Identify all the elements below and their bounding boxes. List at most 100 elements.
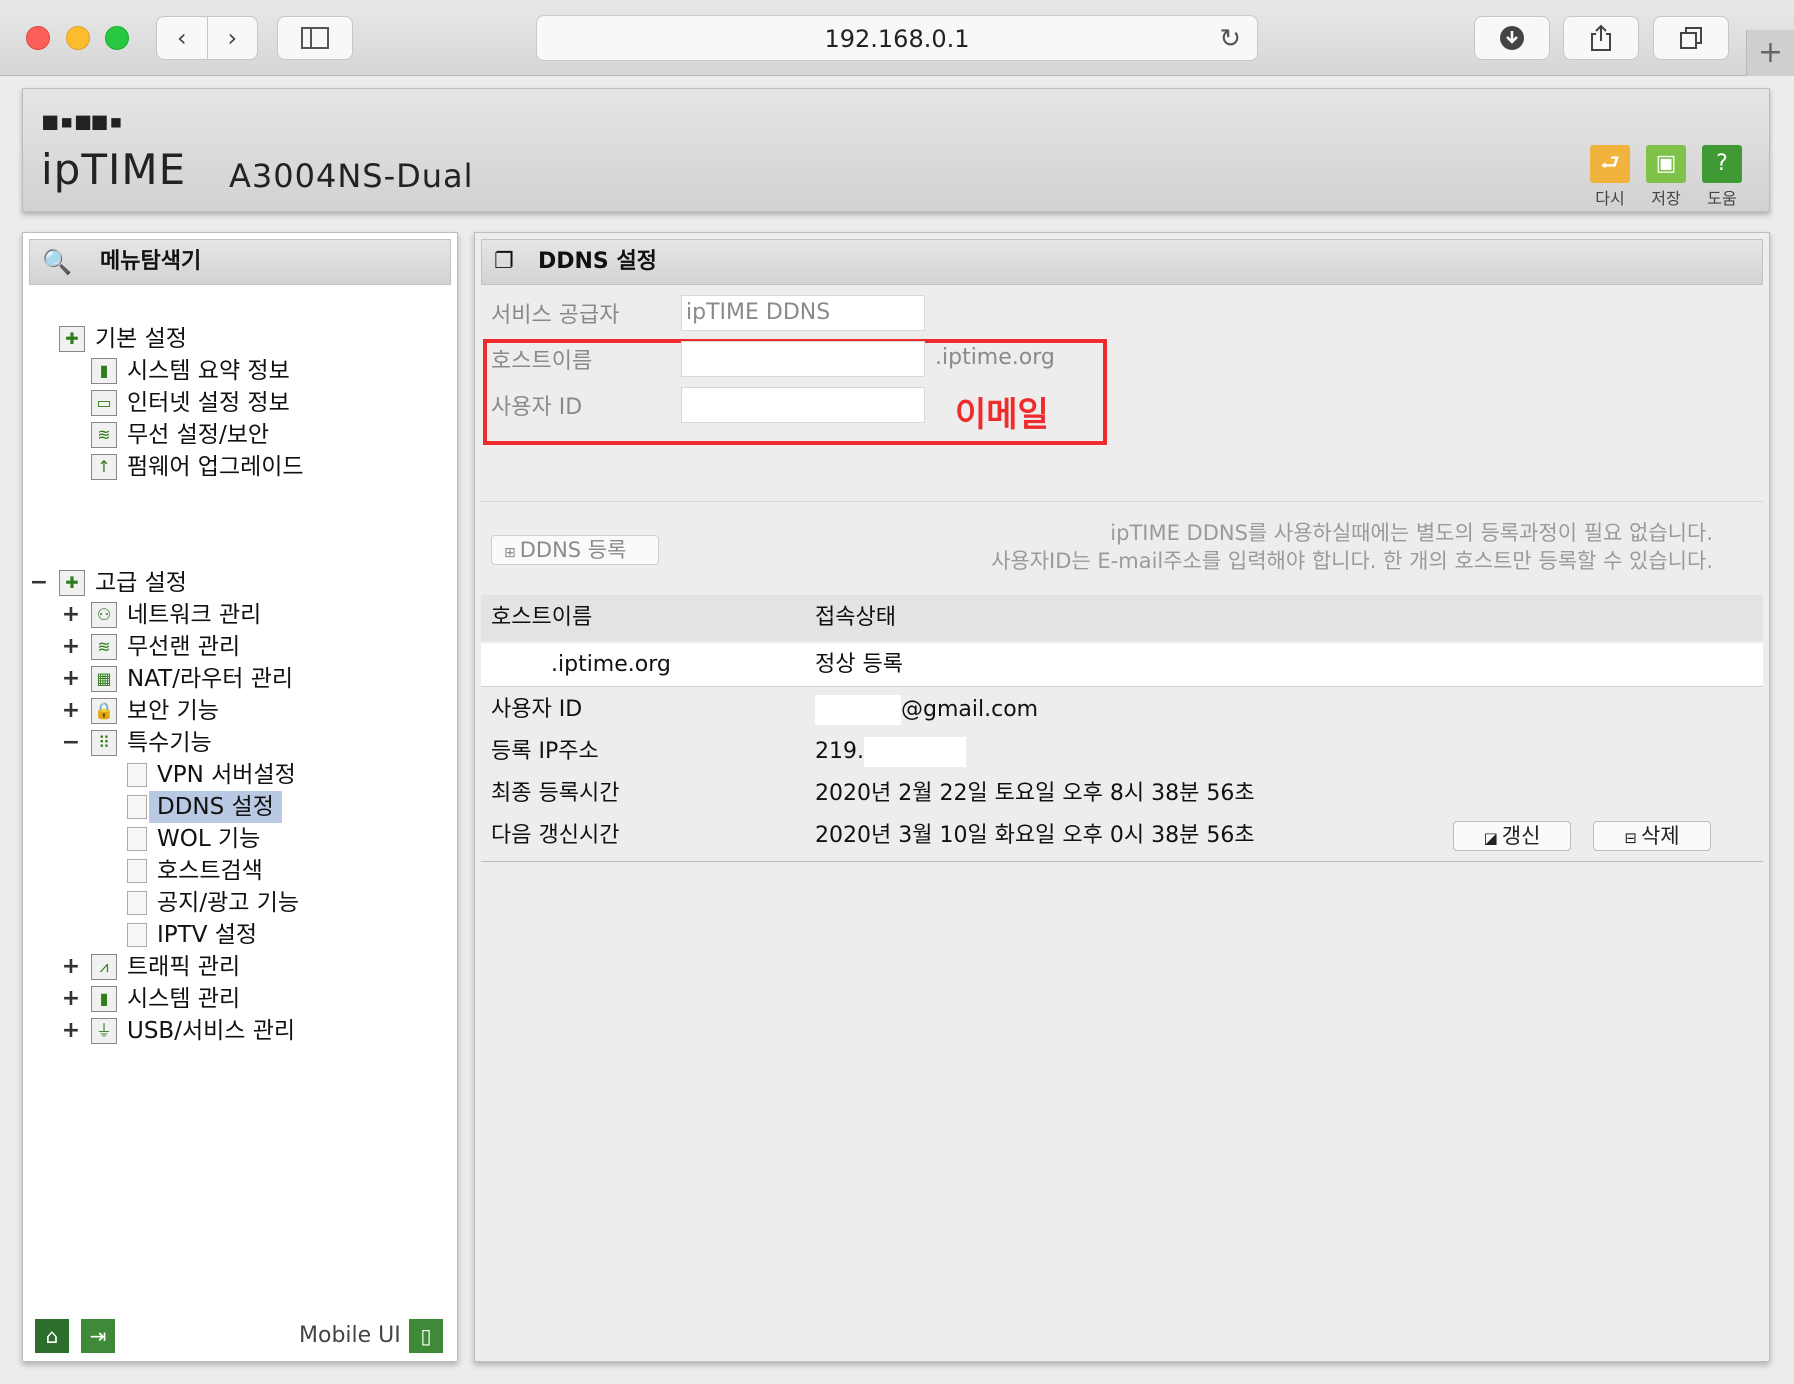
email-annotation: 이메일 (955, 395, 1049, 435)
detail-last-label: 최종 등록시간 (491, 781, 620, 806)
window-icon: ❐ (494, 249, 514, 274)
menu-ddns-settings[interactable]: DDNS 설정 (127, 791, 282, 823)
menu-security[interactable]: 🔒 보안 기능 (91, 695, 219, 727)
expand-security-icon[interactable]: + (61, 695, 81, 727)
menu-basic-settings[interactable]: ✚ 기본 설정 (59, 323, 187, 355)
save-button[interactable]: ▣ 저장 (1645, 145, 1687, 209)
close-window-button[interactable] (26, 26, 50, 50)
menu-vpn-server[interactable]: VPN 서버설정 (127, 759, 296, 791)
sidebar-toggle-button[interactable] (277, 16, 353, 60)
logout-icon[interactable]: ⇥ (81, 1319, 115, 1353)
registered-hostname: .iptime.org (551, 652, 671, 677)
nav-buttons: ‹ › (156, 16, 258, 60)
detail-last-row: 최종 등록시간 2020년 2월 22일 토요일 오후 8시 38분 56초 (481, 773, 1763, 815)
hostname-input[interactable] (681, 341, 925, 377)
table-row[interactable]: .iptime.org 정상 등록 (481, 643, 1763, 687)
info-line-2: 사용자ID는 E-mail주소를 입력해야 합니다. 한 개의 호스트만 등록할… (991, 549, 1713, 573)
collapse-advanced-icon[interactable]: − (29, 567, 49, 599)
menu-network-management[interactable]: ⚇ 네트워크 관리 (91, 599, 261, 631)
ddns-settings-title: DDNS 설정 (538, 249, 657, 274)
wifi-icon: ≋ (91, 634, 117, 660)
menu-notice-ads[interactable]: 공지/광고 기능 (127, 887, 299, 919)
detail-ip-row: 등록 IP주소 219. (481, 731, 1763, 773)
menu-internet-info[interactable]: ▭ 인터넷 설정 정보 (91, 387, 290, 419)
collapse-special-icon[interactable]: − (61, 727, 81, 759)
usb-icon: ⏚ (91, 1018, 117, 1044)
menu-advanced-settings[interactable]: ✚ 고급 설정 (59, 567, 187, 599)
back-button[interactable]: ‹ (157, 24, 207, 52)
bar-chart-icon: ▮ (91, 986, 117, 1012)
menu-host-search[interactable]: 호스트검색 (127, 855, 263, 887)
url-text: 192.168.0.1 (824, 25, 970, 53)
userid-input[interactable] (681, 387, 925, 423)
ddns-info-text: ipTIME DDNS를 사용하실때에는 별도의 등록과정이 필요 없습니다. … (991, 519, 1713, 575)
menu-system-summary[interactable]: ▮ 시스템 요약 정보 (91, 355, 290, 387)
help-button[interactable]: ? 도움 (1701, 145, 1743, 209)
save-icon: ▣ (1646, 145, 1686, 183)
menu-traffic-management[interactable]: ⩘ 트래픽 관리 (91, 951, 240, 983)
menu-firmware-upgrade[interactable]: ↑ 펌웨어 업그레이드 (91, 451, 304, 483)
detail-ip-value: 219. (815, 731, 966, 773)
expand-usb-icon[interactable]: + (61, 1015, 81, 1047)
folder-icon: ✚ (59, 570, 85, 596)
router-icon: ▦ (91, 666, 117, 692)
status-table-header: 호스트이름 접속상태 (481, 595, 1763, 641)
downloads-button[interactable] (1474, 16, 1550, 60)
delete-button[interactable]: ⊟ 삭제 (1593, 821, 1711, 851)
hostname-label: 호스트이름 (491, 349, 593, 374)
undo-button[interactable]: ⮐ 다시 (1589, 145, 1631, 209)
plus-square-icon: ⊞ (504, 545, 516, 561)
home-icon[interactable]: ⌂ (35, 1319, 69, 1353)
detail-ip-label: 등록 IP주소 (491, 739, 599, 764)
page-icon (127, 891, 147, 915)
table-bottom-divider (481, 861, 1763, 862)
detail-next-value: 2020년 3월 10일 화요일 오후 0시 38분 56초 (815, 823, 1255, 848)
menu-wireless-security[interactable]: ≋ 무선 설정/보안 (91, 419, 269, 451)
menu-nat-router[interactable]: ▦ NAT/라우터 관리 (91, 663, 293, 695)
refresh-button[interactable]: ◪ 갱신 (1453, 821, 1571, 851)
menu-system-management[interactable]: ▮ 시스템 관리 (91, 983, 240, 1015)
expand-traffic-icon[interactable]: + (61, 951, 81, 983)
sidebar-icon (301, 27, 329, 49)
page-icon (127, 827, 147, 851)
redaction-mask (815, 695, 901, 725)
reload-icon[interactable]: ↻ (1219, 16, 1241, 62)
expand-network-icon[interactable]: + (61, 599, 81, 631)
menu-usb-service[interactable]: ⏚ USB/서비스 관리 (91, 1015, 295, 1047)
folder-icon: ✚ (59, 326, 85, 352)
page-icon (127, 763, 147, 787)
tab-overview-button[interactable] (1653, 16, 1729, 60)
zoom-window-button[interactable] (105, 26, 129, 50)
ddns-register-button[interactable]: ⊞ DDNS 등록 (491, 535, 659, 565)
refresh-icon: ◪ (1483, 829, 1498, 847)
detail-next-label: 다음 갱신시간 (491, 823, 620, 848)
browser-toolbar: ‹ › 192.168.0.1 ↻ + (0, 0, 1794, 76)
brand-logo-mark: ■▪■■▪ (43, 107, 126, 135)
lock-icon: 🔒 (91, 698, 117, 724)
section-divider (481, 501, 1763, 502)
help-icon: ? (1702, 145, 1742, 183)
expand-system-icon[interactable]: + (61, 983, 81, 1015)
menu-iptv[interactable]: IPTV 설정 (127, 919, 257, 951)
menu-wol[interactable]: WOL 기능 (127, 823, 260, 855)
expand-wireless-icon[interactable]: + (61, 631, 81, 663)
provider-select[interactable]: ipTIME DDNS (681, 295, 925, 331)
router-header: ■▪■■▪ ipTIME A3004NS-Dual ⮐ 다시 ▣ 저장 ? 도움 (22, 88, 1770, 212)
expand-nat-icon[interactable]: + (61, 663, 81, 695)
undo-icon: ⮐ (1590, 145, 1630, 183)
share-icon (1591, 24, 1611, 51)
traffic-chart-icon: ⩘ (91, 954, 117, 980)
mobile-ui-link[interactable]: Mobile UI (299, 1323, 401, 1348)
share-button[interactable] (1563, 16, 1639, 60)
detail-next-row: 다음 갱신시간 2020년 3월 10일 화요일 오후 0시 38분 56초 ◪… (481, 815, 1763, 857)
grid-icon: ⠿ (91, 730, 117, 756)
new-tab-button[interactable]: + (1746, 30, 1794, 76)
detail-last-value: 2020년 2월 22일 토요일 오후 8시 38분 56초 (815, 781, 1255, 806)
magnifier-icon: 🔍 (42, 248, 72, 276)
mobile-device-icon[interactable]: ▯ (409, 1319, 443, 1353)
address-bar[interactable]: 192.168.0.1 ↻ (536, 15, 1258, 61)
minimize-window-button[interactable] (66, 26, 90, 50)
menu-wireless-management[interactable]: ≋ 무선랜 관리 (91, 631, 240, 663)
forward-button[interactable]: › (208, 24, 258, 52)
menu-special-functions[interactable]: ⠿ 특수기능 (91, 727, 212, 759)
